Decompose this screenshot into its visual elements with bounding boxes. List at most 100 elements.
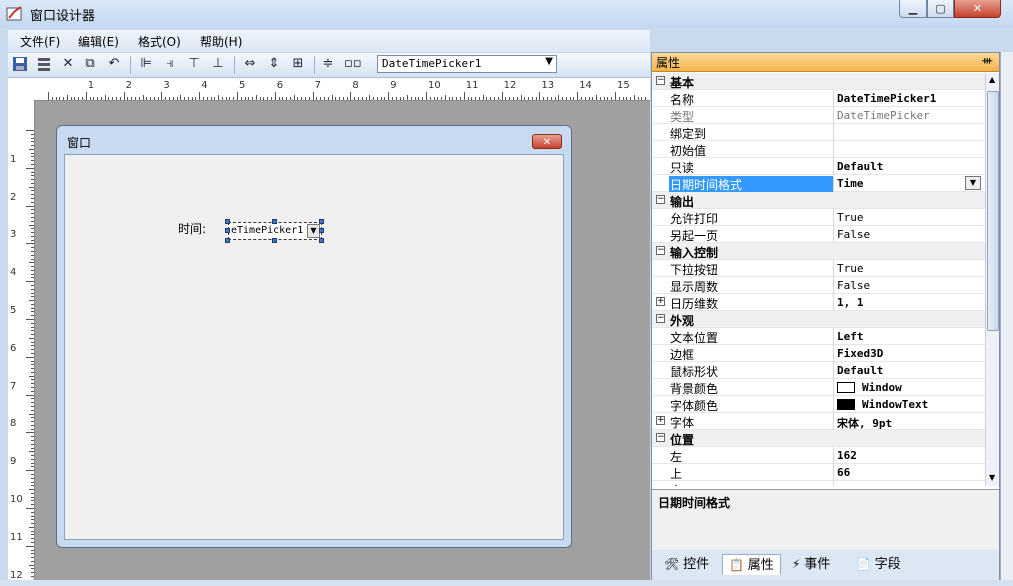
property-row[interactable]: 初始值 <box>652 141 985 158</box>
property-row[interactable]: 显示周数 False <box>652 277 985 294</box>
property-value[interactable]: Time <box>837 177 864 190</box>
property-value[interactable]: Fixed3D <box>837 347 883 360</box>
property-category[interactable]: − 外观 <box>652 311 985 328</box>
collapse-icon[interactable]: − <box>656 433 665 442</box>
scroll-down-icon[interactable]: ▼ <box>989 473 995 482</box>
design-form-client[interactable]: 时间: eTimePicker1 ▼ <box>64 154 564 540</box>
property-value[interactable]: DateTimePicker1 <box>837 92 936 105</box>
collapse-icon[interactable]: − <box>656 76 665 85</box>
collapse-icon[interactable]: − <box>656 314 665 323</box>
property-row[interactable]: 另起一页 False <box>652 226 985 243</box>
property-row[interactable]: 背景颜色 Window <box>652 379 985 396</box>
property-row[interactable]: 上 66 <box>652 464 985 481</box>
property-value[interactable]: DateTimePicker <box>837 109 930 122</box>
resize-handle[interactable] <box>319 219 324 224</box>
resize-handle[interactable] <box>225 228 230 233</box>
property-row[interactable]: 名称 DateTimePicker1 <box>652 90 985 107</box>
property-category[interactable]: − 基本 <box>652 73 985 90</box>
property-value[interactable]: 66 <box>837 466 850 479</box>
property-row[interactable]: 宽 <box>652 481 985 486</box>
property-category[interactable]: − 输入控制 <box>652 243 985 260</box>
property-category[interactable]: − 位置 <box>652 430 985 447</box>
control-selector-combo[interactable]: DateTimePicker1 ▼ <box>377 55 557 73</box>
copy-icon[interactable]: ⧉ <box>82 56 98 72</box>
property-row[interactable]: 鼠标形状 Default <box>652 362 985 379</box>
property-value[interactable]: Left <box>837 330 864 343</box>
align-top-icon[interactable]: ⊤ <box>186 56 202 72</box>
undo-icon[interactable]: ↶ <box>106 56 122 72</box>
tab-properties[interactable]: 📋 属性 <box>722 554 781 575</box>
property-value[interactable]: False <box>837 279 870 292</box>
property-row[interactable]: 绑定到 <box>652 124 985 141</box>
h-space-icon[interactable]: ▫▫ <box>344 56 362 72</box>
property-grid-scrollbar[interactable]: ▲ ▼ <box>985 73 999 486</box>
resize-handle[interactable] <box>272 238 277 243</box>
same-height-icon[interactable]: ⇕ <box>266 56 282 72</box>
menu-file[interactable]: 文件(F) <box>20 33 60 50</box>
design-form-window[interactable]: 窗口 ✕ 时间: eTimePicker1 ▼ <box>56 125 572 548</box>
align-left-icon[interactable]: ⊫ <box>138 56 154 72</box>
save-all-icon[interactable] <box>36 56 52 72</box>
property-category[interactable]: − 输出 <box>652 192 985 209</box>
property-value[interactable]: 宋体, 9pt <box>837 415 892 431</box>
property-value[interactable]: True <box>837 211 864 224</box>
resize-handle[interactable] <box>225 219 230 224</box>
property-row[interactable]: 下拉按钮 True <box>652 260 985 277</box>
minimize-button[interactable]: ▁ <box>899 0 927 18</box>
ruler-tick <box>546 97 548 100</box>
save-icon[interactable] <box>12 56 28 72</box>
align-right-icon[interactable]: ⫣ <box>162 56 178 72</box>
chevron-down-icon[interactable]: ▼ <box>965 176 981 190</box>
resize-handle[interactable] <box>319 238 324 243</box>
property-value[interactable]: Default <box>837 364 883 377</box>
pin-icon[interactable]: ᚒ <box>982 54 992 67</box>
property-row[interactable]: + 字体 宋体, 9pt <box>652 413 985 430</box>
property-value[interactable]: 162 <box>837 449 857 462</box>
time-label[interactable]: 时间: <box>178 220 206 237</box>
v-space-icon[interactable]: ≑ <box>320 56 336 72</box>
expand-icon[interactable]: + <box>656 297 665 306</box>
resize-handle[interactable] <box>319 228 324 233</box>
property-value[interactable]: Default <box>837 160 883 173</box>
collapse-icon[interactable]: − <box>656 195 665 204</box>
category-label: 外观 <box>670 314 695 328</box>
scrollbar-thumb[interactable] <box>987 91 999 331</box>
same-size-icon[interactable]: ⊞ <box>290 56 306 72</box>
property-row[interactable]: 文本位置 Left <box>652 328 985 345</box>
property-row[interactable]: 边框 Fixed3D <box>652 345 985 362</box>
align-bottom-icon[interactable]: ⊥ <box>210 56 226 72</box>
maximize-button[interactable]: ▢ <box>927 0 954 18</box>
same-width-icon[interactable]: ⇔ <box>242 56 258 72</box>
property-row[interactable]: + 日历维数 1, 1 <box>652 294 985 311</box>
property-row[interactable]: 日期时间格式 Time ▼ <box>652 175 985 193</box>
property-value[interactable]: Window <box>862 381 902 394</box>
collapse-icon[interactable]: − <box>656 246 665 255</box>
menu-format[interactable]: 格式(O) <box>138 33 181 50</box>
property-row[interactable]: 类型 DateTimePicker <box>652 107 985 124</box>
tab-tools[interactable]: 🛠 控件 <box>658 554 715 574</box>
property-row[interactable]: 字体颜色 WindowText <box>652 396 985 413</box>
app-designer-icon <box>6 5 24 23</box>
property-value[interactable]: 1, 1 <box>837 296 864 309</box>
expand-icon[interactable]: + <box>656 416 665 425</box>
property-value[interactable]: False <box>837 228 870 241</box>
delete-icon[interactable]: ✕ <box>60 56 76 72</box>
menu-help[interactable]: 帮助(H) <box>200 33 242 50</box>
tab-label: 属性 <box>747 558 774 573</box>
property-row[interactable]: 左 162 <box>652 447 985 464</box>
scroll-up-icon[interactable]: ▲ <box>989 75 995 84</box>
property-value[interactable]: WindowText <box>862 398 928 411</box>
ruler-tick <box>31 364 34 366</box>
property-row[interactable]: 只读 Default <box>652 158 985 175</box>
close-button[interactable]: ✕ <box>954 0 1001 18</box>
menu-edit[interactable]: 编辑(E) <box>78 33 119 50</box>
ruler-tick <box>312 92 314 100</box>
property-row[interactable]: 允许打印 True <box>652 209 985 226</box>
tab-fields[interactable]: 📄 字段 <box>850 554 907 574</box>
tab-lightning[interactable]: ⚡ 事件 <box>786 554 836 574</box>
resize-handle[interactable] <box>225 238 230 243</box>
property-name: 名称 <box>670 93 695 107</box>
resize-handle[interactable] <box>272 219 277 224</box>
description-pane: 日期时间格式 <box>652 489 999 550</box>
property-value[interactable]: True <box>837 262 864 275</box>
